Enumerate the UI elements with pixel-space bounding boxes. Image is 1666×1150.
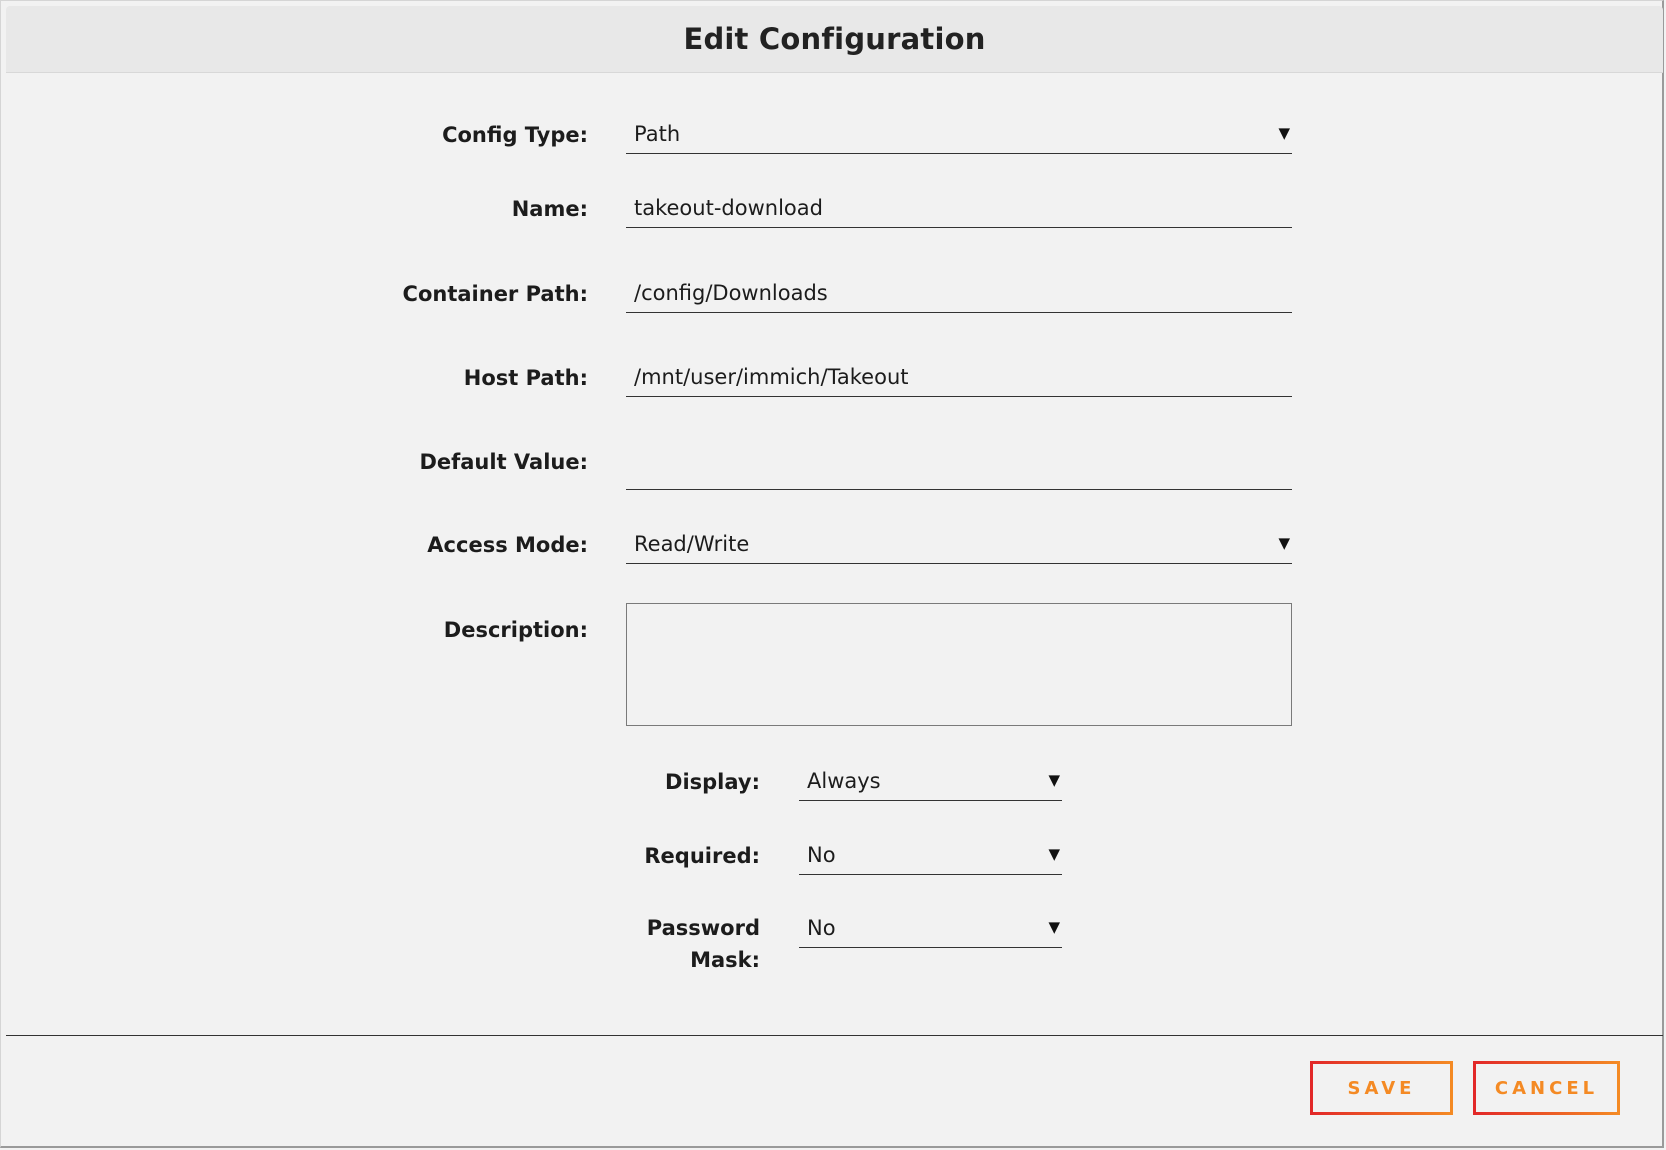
required-select[interactable]: No ▼ <box>799 841 1062 875</box>
name-label: Name: <box>511 197 588 221</box>
dialog-header: Edit Configuration <box>6 6 1663 73</box>
default-value-label: Default Value: <box>419 450 588 474</box>
config-type-label: Config Type: <box>442 123 588 147</box>
dialog-title: Edit Configuration <box>683 22 986 56</box>
description-textarea[interactable] <box>626 603 1292 726</box>
chevron-down-icon: ▼ <box>1278 124 1290 142</box>
password-mask-select[interactable]: No ▼ <box>799 914 1062 948</box>
default-value-input[interactable] <box>626 456 1292 490</box>
chevron-down-icon: ▼ <box>1048 845 1060 863</box>
host-path-value: /mnt/user/immich/Takeout <box>634 365 909 389</box>
footer-divider <box>6 1035 1663 1036</box>
chevron-down-icon: ▼ <box>1048 771 1060 789</box>
chevron-down-icon: ▼ <box>1278 534 1290 552</box>
config-type-value: Path <box>634 122 681 146</box>
cancel-button[interactable]: CANCEL <box>1473 1061 1620 1115</box>
access-mode-label: Access Mode: <box>427 533 588 557</box>
host-path-input[interactable]: /mnt/user/immich/Takeout <box>626 363 1292 397</box>
password-mask-label: Password Mask: <box>647 912 760 976</box>
save-button[interactable]: SAVE <box>1310 1061 1453 1115</box>
access-mode-select[interactable]: Read/Write ▼ <box>626 530 1292 564</box>
config-type-select[interactable]: Path ▼ <box>626 120 1292 154</box>
required-label: Required: <box>644 844 760 868</box>
name-input[interactable]: takeout-download <box>626 194 1292 228</box>
required-value: No <box>807 843 836 867</box>
name-value: takeout-download <box>634 196 823 220</box>
container-path-input[interactable]: /config/Downloads <box>626 279 1292 313</box>
password-mask-label-line1: Password <box>646 916 760 940</box>
chevron-down-icon: ▼ <box>1048 918 1060 936</box>
description-label: Description: <box>443 618 588 642</box>
container-path-value: /config/Downloads <box>634 281 828 305</box>
display-value: Always <box>807 769 881 793</box>
container-path-label: Container Path: <box>402 282 588 306</box>
access-mode-value: Read/Write <box>634 532 750 556</box>
display-label: Display: <box>665 770 760 794</box>
password-mask-value: No <box>807 916 836 940</box>
password-mask-label-line2: Mask: <box>690 948 760 972</box>
edit-configuration-dialog: Edit Configuration Config Type: Path ▼ N… <box>0 0 1664 1148</box>
display-select[interactable]: Always ▼ <box>799 767 1062 801</box>
host-path-label: Host Path: <box>463 366 588 390</box>
